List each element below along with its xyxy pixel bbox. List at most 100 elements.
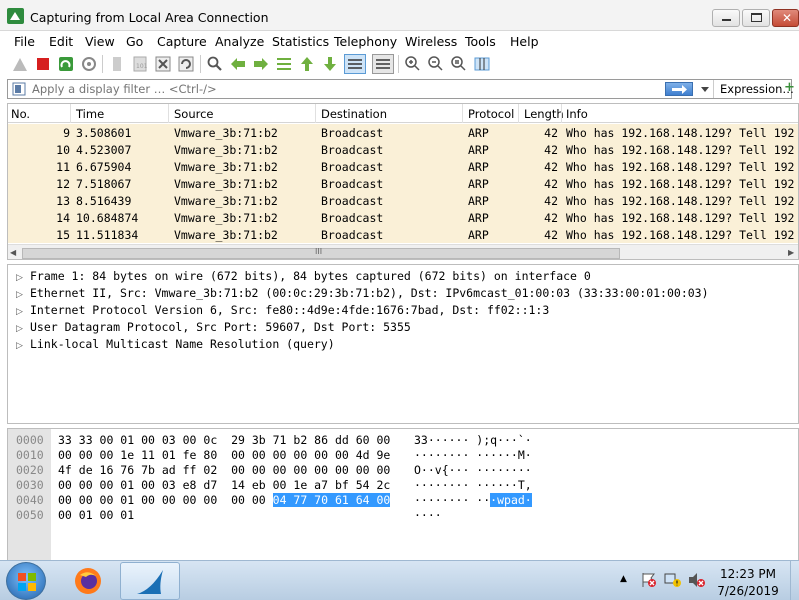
detail-row-ipv6[interactable]: ▷ Internet Protocol Version 6, Src: fe80:… xyxy=(16,303,549,317)
apply-filter-button[interactable] xyxy=(665,82,693,96)
byte-ascii[interactable]: ········ ······T, xyxy=(414,478,532,492)
byte-ascii[interactable]: O··v{··· ········ xyxy=(414,463,532,477)
column-divider[interactable] xyxy=(462,104,463,123)
byte-hex[interactable]: 00 00 00 01 00 00 00 00 00 00 04 77 70 6… xyxy=(58,493,391,507)
go-forward-icon[interactable] xyxy=(252,55,270,73)
column-header-no[interactable]: No. xyxy=(11,107,30,121)
column-divider[interactable] xyxy=(168,104,169,123)
autoscroll-icon[interactable] xyxy=(344,54,366,74)
column-header-time[interactable]: Time xyxy=(76,107,104,121)
expand-arrow-icon[interactable]: ▷ xyxy=(16,324,30,334)
menu-file[interactable]: File xyxy=(14,34,35,49)
packet-row[interactable]: 10 4.523007 Vmware_3b:71:b2 Broadcast AR… xyxy=(8,141,798,158)
packet-row[interactable]: 9 3.508601 Vmware_3b:71:b2 Broadcast ARP… xyxy=(8,124,798,141)
byte-hex[interactable]: 00 00 00 1e 11 01 fe 80 00 00 00 00 00 0… xyxy=(58,448,390,462)
scroll-left-icon[interactable]: ◀ xyxy=(10,248,16,257)
byte-hex[interactable]: 4f de 16 76 7b ad ff 02 00 00 00 00 00 0… xyxy=(58,463,390,477)
column-header-source[interactable]: Source xyxy=(174,107,214,121)
column-divider[interactable] xyxy=(561,104,562,123)
display-filter-input[interactable] xyxy=(32,82,632,96)
zoom-in-icon[interactable] xyxy=(404,55,422,73)
menu-telephony[interactable]: Telephony xyxy=(334,34,397,49)
colorize-icon[interactable] xyxy=(372,54,394,74)
byte-ascii[interactable]: ········ ······M· xyxy=(414,448,532,462)
detail-row-frame[interactable]: ▷ Frame 1: 84 bytes on wire (672 bits), 8… xyxy=(16,269,591,283)
column-divider[interactable] xyxy=(518,104,519,123)
toolbar-separator xyxy=(102,55,103,73)
zoom-out-icon[interactable] xyxy=(427,55,445,73)
menu-go[interactable]: Go xyxy=(126,34,143,49)
packet-row[interactable]: 15 11.511834 Vmware_3b:71:b2 Broadcast A… xyxy=(8,226,798,243)
save-file-icon[interactable]: 101 xyxy=(131,55,149,73)
last-packet-icon[interactable] xyxy=(321,55,339,73)
expand-arrow-icon[interactable]: ▷ xyxy=(16,290,30,300)
taskbar-firefox[interactable] xyxy=(62,563,114,599)
byte-ascii[interactable]: ···· xyxy=(414,508,442,522)
filter-history-dropdown[interactable] xyxy=(698,81,712,97)
start-button[interactable] xyxy=(6,562,46,600)
packet-row[interactable]: 11 6.675904 Vmware_3b:71:b2 Broadcast AR… xyxy=(8,158,798,175)
close-button[interactable]: ✕ xyxy=(772,9,799,27)
byte-hex[interactable]: 33 33 00 01 00 03 00 0c 29 3b 71 b2 86 d… xyxy=(58,433,390,447)
close-file-icon[interactable] xyxy=(154,55,172,73)
clock-time[interactable]: 12:23 PM xyxy=(718,567,778,581)
expand-arrow-icon[interactable]: ▷ xyxy=(16,273,30,283)
capture-options-icon[interactable] xyxy=(80,55,98,73)
action-center-flag-icon[interactable] xyxy=(640,572,658,588)
menu-view[interactable]: View xyxy=(85,34,115,49)
reload-file-icon[interactable] xyxy=(177,55,195,73)
first-packet-icon[interactable] xyxy=(298,55,316,73)
resize-columns-icon[interactable] xyxy=(473,55,491,73)
find-packet-icon[interactable] xyxy=(206,55,224,73)
expression-button[interactable]: Expression… xyxy=(720,82,794,96)
expand-arrow-icon[interactable]: ▷ xyxy=(16,341,30,351)
volume-muted-icon[interactable] xyxy=(688,572,706,588)
menu-wireless[interactable]: Wireless xyxy=(405,34,457,49)
restart-capture-icon[interactable] xyxy=(57,55,75,73)
horizontal-scrollbar[interactable]: ◀ III ▶ xyxy=(8,244,798,259)
taskbar-wireshark[interactable] xyxy=(120,562,180,600)
detail-row-udp[interactable]: ▷ User Datagram Protocol, Src Port: 59607… xyxy=(16,320,411,334)
column-header-destination[interactable]: Destination xyxy=(321,107,387,121)
add-filter-button[interactable]: + xyxy=(784,80,795,95)
menu-analyze[interactable]: Analyze xyxy=(215,34,264,49)
column-divider[interactable] xyxy=(315,104,316,123)
menu-help[interactable]: Help xyxy=(510,34,539,49)
expand-arrow-icon[interactable]: ▷ xyxy=(16,307,30,317)
menu-edit[interactable]: Edit xyxy=(49,34,73,49)
packet-row[interactable]: 14 10.684874 Vmware_3b:71:b2 Broadcast A… xyxy=(8,209,798,226)
packet-row[interactable]: 12 7.518067 Vmware_3b:71:b2 Broadcast AR… xyxy=(8,175,798,192)
show-desktop-button[interactable] xyxy=(790,561,799,600)
go-to-packet-icon[interactable] xyxy=(275,55,293,73)
byte-ascii[interactable]: ········ ···wpad· xyxy=(414,493,532,507)
scrollbar-thumb[interactable]: III xyxy=(22,247,620,259)
clock-date[interactable]: 7/26/2019 xyxy=(714,584,782,598)
open-file-icon[interactable] xyxy=(108,55,126,73)
packet-row[interactable]: 13 8.516439 Vmware_3b:71:b2 Broadcast AR… xyxy=(8,192,798,209)
column-header-info[interactable]: Info xyxy=(566,107,588,121)
byte-hex[interactable]: 00 00 00 01 00 03 e8 d7 14 eb 00 1e a7 b… xyxy=(58,478,390,492)
bookmark-icon[interactable] xyxy=(12,82,26,96)
go-back-icon[interactable] xyxy=(229,55,247,73)
maximize-button[interactable] xyxy=(742,9,770,27)
byte-hex-highlight[interactable]: 04 77 70 61 64 00 xyxy=(272,493,391,507)
network-warning-icon[interactable] xyxy=(664,572,682,588)
scroll-right-icon[interactable]: ▶ xyxy=(788,248,794,257)
menu-tools[interactable]: Tools xyxy=(465,34,496,49)
show-hidden-icons[interactable]: ▲ xyxy=(620,574,627,584)
column-header-protocol[interactable]: Protocol xyxy=(468,107,514,121)
column-header-length[interactable]: Length xyxy=(524,107,564,121)
column-divider[interactable] xyxy=(70,104,71,123)
menu-statistics[interactable]: Statistics xyxy=(272,34,329,49)
start-capture-icon[interactable] xyxy=(11,55,29,73)
detail-row-ethernet[interactable]: ▷ Ethernet II, Src: Vmware_3b:71:b2 (00:0… xyxy=(16,286,709,300)
minimize-button[interactable] xyxy=(712,9,740,27)
detail-row-llmnr[interactable]: ▷ Link-local Multicast Name Resolution (q… xyxy=(16,337,335,351)
cell-destination: Broadcast xyxy=(321,194,384,208)
stop-capture-icon[interactable] xyxy=(34,55,52,73)
zoom-normal-icon[interactable] xyxy=(450,55,468,73)
byte-ascii-highlight[interactable]: ·wpad· xyxy=(490,493,532,507)
byte-hex[interactable]: 00 01 00 01 xyxy=(58,508,134,522)
menu-capture[interactable]: Capture xyxy=(157,34,207,49)
byte-ascii[interactable]: 33······ );q···`· xyxy=(414,433,532,447)
